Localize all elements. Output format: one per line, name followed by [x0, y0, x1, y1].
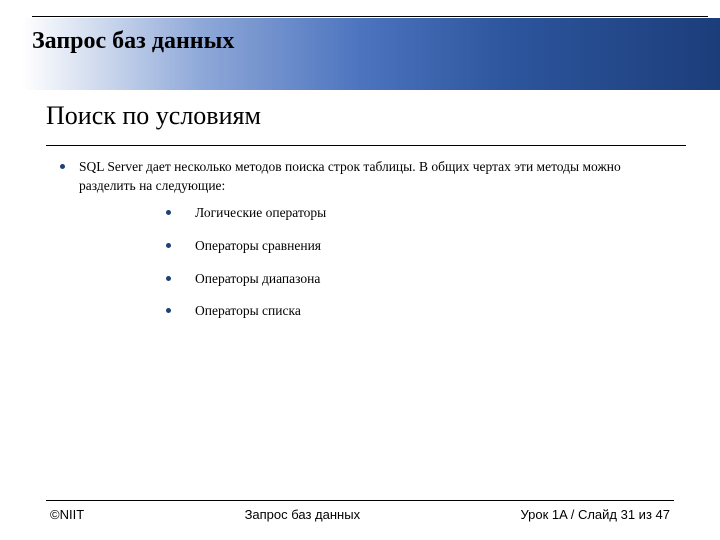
lvl2-text: Логические операторы [195, 204, 326, 223]
list-item: Операторы сравнения [166, 237, 660, 256]
list-item: Операторы списка [166, 302, 660, 321]
footer-left: ©NIIT [50, 507, 84, 522]
slide-body: SQL Server дает несколько методов поиска… [0, 146, 720, 540]
list-item: Логические операторы [166, 204, 660, 223]
subtitle-row: Поиск по условиям [0, 95, 720, 141]
footer-right: Урок 1A / Слайд 31 из 47 [521, 507, 670, 522]
slide-header-title: Запрос баз данных [32, 28, 234, 55]
footer: ©NIIT Запрос баз данных Урок 1A / Слайд … [0, 500, 720, 522]
list-item: Операторы диапазона [166, 270, 660, 289]
lvl2-text: Операторы списка [195, 302, 301, 321]
bullet-icon [166, 308, 171, 313]
bullet-icon [60, 164, 65, 169]
list-item: SQL Server дает несколько методов поиска… [60, 158, 660, 196]
header-band: Запрос баз данных [0, 0, 720, 95]
lvl2-text: Операторы сравнения [195, 237, 321, 256]
slide: Запрос баз данных Поиск по условиям SQL … [0, 0, 720, 540]
header-top-rule [32, 16, 708, 17]
lvl1-text: SQL Server дает несколько методов поиска… [79, 158, 660, 196]
lvl2-text: Операторы диапазона [195, 270, 320, 289]
footer-center: Запрос баз данных [245, 507, 361, 522]
bullet-icon [166, 243, 171, 248]
bullet-icon [166, 276, 171, 281]
footer-row: ©NIIT Запрос баз данных Урок 1A / Слайд … [0, 507, 720, 522]
footer-rule [46, 500, 674, 501]
slide-subtitle: Поиск по условиям [46, 101, 720, 131]
lvl2-list: Логические операторы Операторы сравнения… [166, 204, 660, 322]
bullet-icon [166, 210, 171, 215]
